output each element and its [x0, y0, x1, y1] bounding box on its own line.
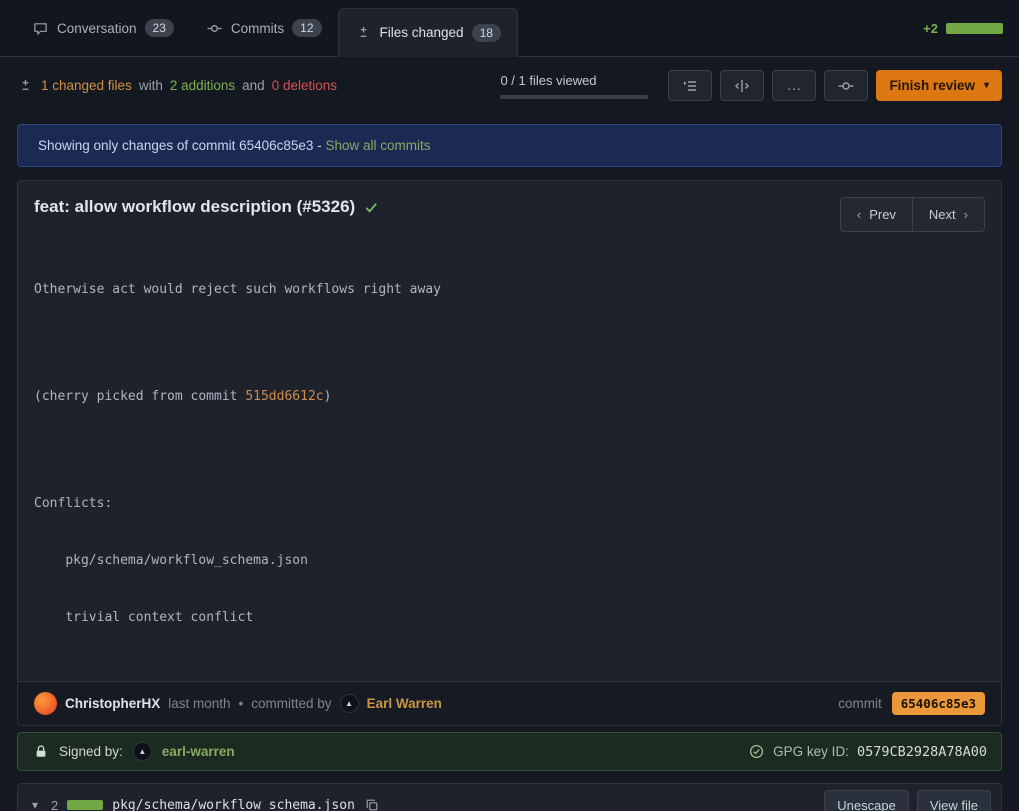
pr-diff-stat: +2 — [923, 0, 1003, 56]
finish-review-button[interactable]: Finish review ▾ — [876, 70, 1002, 101]
split-diff-button[interactable] — [720, 70, 764, 101]
unified-diff-button[interactable] — [668, 70, 712, 101]
conversation-count-badge: 23 — [145, 19, 174, 37]
commit-message-body: Otherwise act would reject such workflow… — [18, 238, 1001, 681]
next-commit-button[interactable]: Next › — [912, 197, 985, 232]
author-avatar[interactable] — [34, 692, 57, 715]
commit-message-line: pkg/schema/workflow_schema.json — [34, 551, 985, 570]
prev-commit-button[interactable]: ‹ Prev — [840, 197, 913, 232]
signer-name[interactable]: earl-warren — [162, 744, 235, 759]
commit-message-line: Otherwise act would reject such workflow… — [34, 280, 985, 299]
files-changed-count-badge: 18 — [472, 24, 501, 42]
unescape-button[interactable]: Unescape — [824, 790, 909, 811]
commit-box: feat: allow workflow description (#5326)… — [17, 180, 1002, 726]
tab-conversation[interactable]: Conversation 23 — [16, 0, 190, 56]
commit-sha-badge[interactable]: 65406c85e3 — [892, 692, 985, 715]
diff-file-header: ▾ 2 pkg/schema/workflow_schema.json Unes… — [18, 784, 1001, 811]
lock-icon — [32, 743, 49, 761]
diff-stat-additions: +2 — [923, 21, 938, 36]
signed-by-label: Signed by: — [59, 744, 123, 759]
files-viewed-label: 0 / 1 files viewed — [500, 73, 648, 88]
chevron-right-icon: › — [964, 207, 968, 222]
commit-message-line: (cherry picked from commit 515dd6612c) — [34, 387, 985, 406]
file-collapse-chevron[interactable]: ▾ — [28, 796, 42, 811]
commit-nav: ‹ Prev Next › — [840, 197, 985, 232]
view-file-button[interactable]: View file — [917, 790, 991, 811]
committer-avatar[interactable]: ▲ — [340, 694, 359, 713]
diff-stat-bar — [946, 23, 1003, 34]
dropdown-caret-icon: ▾ — [984, 80, 989, 91]
committer-name[interactable]: Earl Warren — [367, 696, 442, 711]
changed-files-count: 1 changed files — [41, 78, 132, 93]
commit-message-line: trivial context conflict — [34, 608, 985, 627]
signer-avatar[interactable]: ▲ — [133, 742, 152, 761]
commit-status-check-icon[interactable] — [364, 200, 379, 215]
cherry-pick-commit-link[interactable]: 515dd6612c — [245, 389, 323, 404]
commit-select-button[interactable] — [824, 70, 868, 101]
finish-review-label: Finish review — [889, 78, 975, 93]
comment-bubble-icon — [32, 19, 49, 37]
file-diff-stat-bar — [67, 800, 103, 810]
commit-filter-banner: Showing only changes of commit 65406c85e… — [17, 124, 1002, 167]
files-viewed-progress — [500, 95, 648, 99]
banner-text: Showing only changes of commit 65406c85e… — [38, 138, 322, 153]
commit-title-text: feat: allow workflow description (#5326) — [34, 197, 355, 217]
diff-file-box: ▾ 2 pkg/schema/workflow_schema.json Unes… — [17, 783, 1002, 811]
next-label: Next — [929, 207, 956, 222]
gpg-key-id: 0579CB2928A78A00 — [857, 744, 987, 760]
gpg-key-label: GPG key ID: — [773, 744, 849, 759]
tab-conversation-label: Conversation — [57, 21, 137, 36]
pr-tabbar: Conversation 23 Commits 12 Files changed… — [0, 0, 1019, 57]
chevron-left-icon: ‹ — [857, 207, 861, 222]
diff-options-button[interactable]: … — [772, 70, 816, 101]
tab-commits-label: Commits — [231, 21, 284, 36]
file-change-count: 2 — [51, 798, 58, 811]
author-name[interactable]: ChristopherHX — [65, 696, 160, 711]
commit-icon — [206, 19, 223, 37]
and-text: and — [242, 78, 265, 93]
shield-check-icon — [748, 743, 765, 761]
commit-title: feat: allow workflow description (#5326) — [34, 197, 379, 217]
changed-files-summary: 1 changed files with 2 additions and 0 d… — [0, 57, 1019, 114]
diff-icon — [355, 24, 372, 42]
additions-count: 2 additions — [170, 78, 235, 93]
commit-meta-row: ChristopherHX last month • committed by … — [18, 681, 1001, 725]
commit-time: last month — [168, 696, 230, 711]
with-text: with — [139, 78, 163, 93]
deletions-count: 0 deletions — [272, 78, 337, 93]
prev-label: Prev — [869, 207, 896, 222]
signature-banner: Signed by: ▲ earl-warren GPG key ID: 057… — [17, 732, 1002, 771]
files-viewed: 0 / 1 files viewed — [500, 73, 648, 99]
dot-separator: • — [239, 696, 244, 711]
show-all-commits-link[interactable]: Show all commits — [325, 138, 430, 153]
commit-message-line: Conflicts: — [34, 494, 985, 513]
commit-label: commit — [838, 696, 882, 711]
commits-count-badge: 12 — [292, 19, 321, 37]
committed-by-text: committed by — [251, 696, 331, 711]
file-name[interactable]: pkg/schema/workflow_schema.json — [112, 798, 355, 811]
tab-files-changed-label: Files changed — [380, 25, 464, 40]
tab-files-changed[interactable]: Files changed 18 — [338, 8, 518, 57]
copy-filename-button[interactable] — [364, 796, 381, 811]
diff-file-icon — [17, 77, 34, 95]
tab-commits[interactable]: Commits 12 — [190, 0, 338, 56]
